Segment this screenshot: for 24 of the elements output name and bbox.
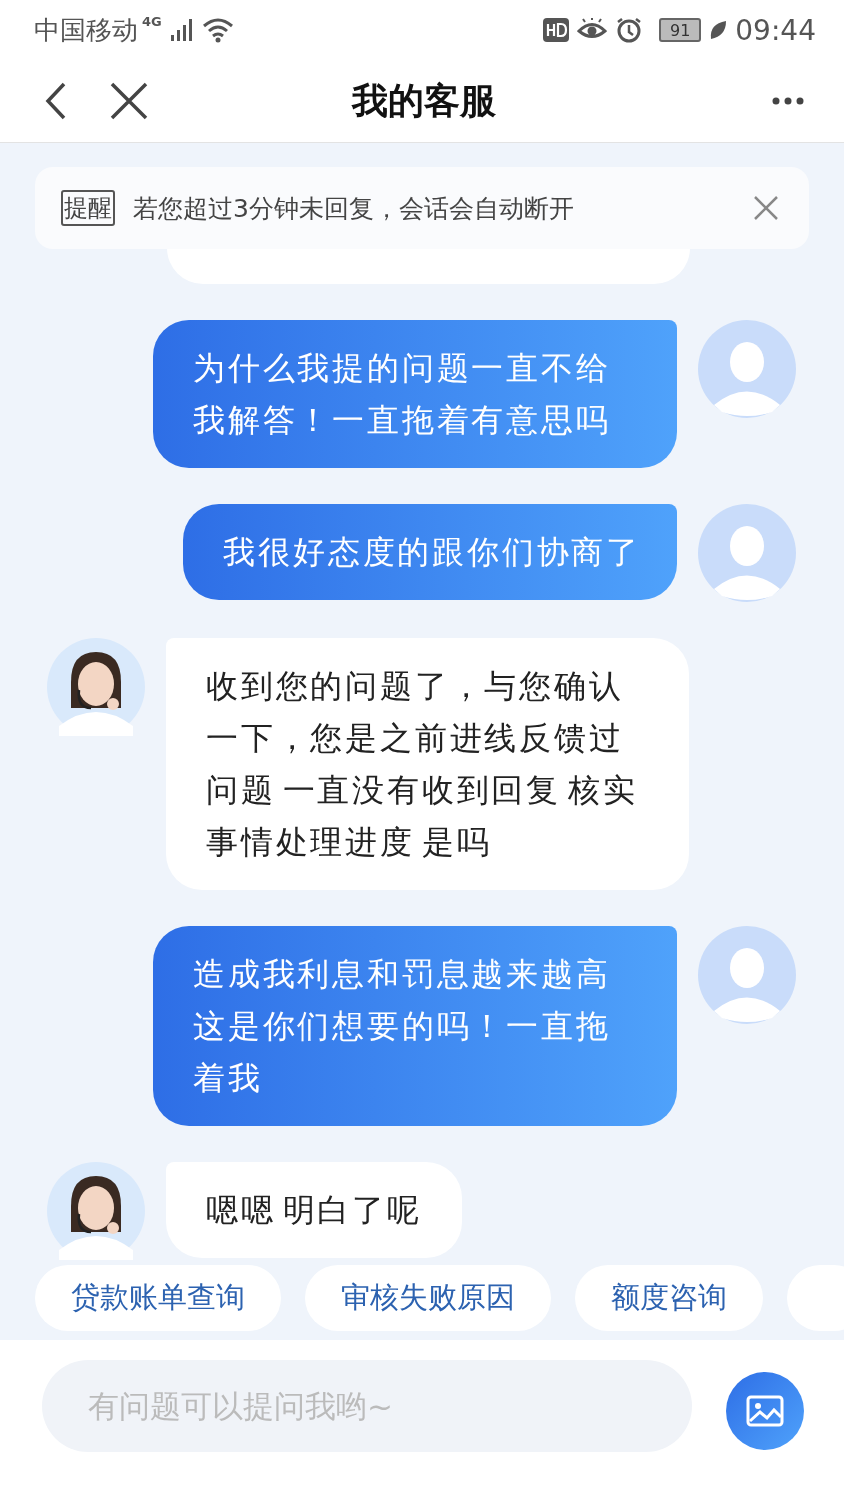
- quick-reply-chip[interactable]: 审核失败原因: [305, 1265, 551, 1331]
- hd-icon: [543, 18, 570, 42]
- more-icon[interactable]: [772, 97, 804, 105]
- carrier-name: 中国移动: [34, 13, 138, 47]
- back-icon[interactable]: [44, 81, 68, 121]
- message-bubble: 我很好态度的跟你们协商了: [183, 504, 677, 600]
- notice-text: 若您超过3分钟未回复，会话会自动断开: [133, 192, 574, 225]
- message-bubble: 收到您的问题了，与您确认一下，您是之前进线反馈过问题 一直没有收到回复 核实事情处理进度 是吗: [166, 638, 689, 890]
- message-input[interactable]: 有问题可以提问我哟~: [42, 1360, 692, 1452]
- quick-reply-chip[interactable]: 贷款账单查询: [35, 1265, 281, 1331]
- leaf-icon: [709, 20, 728, 40]
- message-bubble: 造成我利息和罚息越来越高这是你们想要的吗！一直拖着我: [153, 926, 677, 1126]
- close-icon[interactable]: [110, 82, 148, 120]
- clock-time: 09:44: [735, 13, 816, 47]
- message-bubble: 嗯嗯 明白了呢: [166, 1162, 462, 1258]
- image-icon: [746, 1395, 784, 1427]
- notice-tag: 提醒: [61, 190, 115, 226]
- battery-icon: 91: [659, 18, 702, 42]
- signal-icon: [169, 18, 194, 42]
- page-title: 我的客服: [352, 78, 496, 123]
- quick-reply-chip[interactable]: 额度咨询: [575, 1265, 763, 1331]
- message-bubble: 为什么我提的问题一直不给我解答！一直拖着有意思吗: [153, 320, 677, 468]
- network-type: 4G: [142, 14, 162, 29]
- wifi-icon: [201, 17, 234, 43]
